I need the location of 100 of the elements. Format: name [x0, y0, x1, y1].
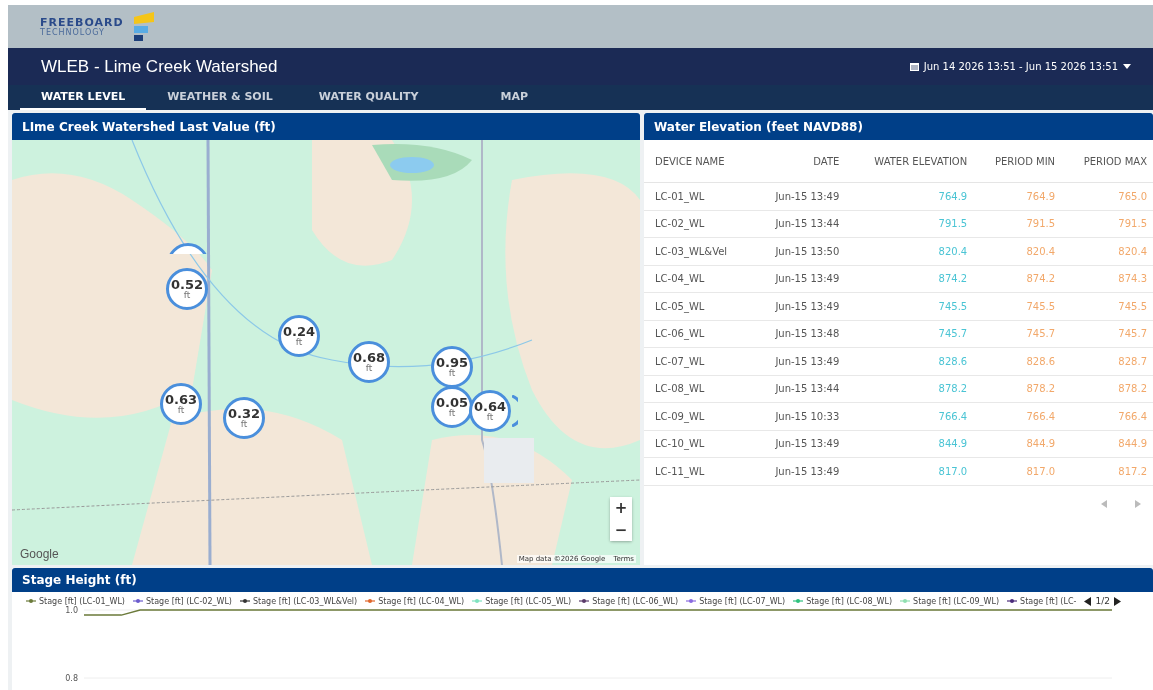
legend-line-icon [26, 598, 36, 604]
next-page-icon[interactable] [1113, 596, 1121, 606]
table-cell: 766.4 [1061, 402, 1153, 430]
table-cell: Jun-15 13:49 [752, 430, 846, 458]
table-cell: 817.2 [1061, 457, 1153, 485]
table-cell: LC-02_WL [644, 210, 753, 238]
table-cell: 844.9 [1061, 430, 1153, 458]
caret-icon[interactable] [1123, 64, 1131, 69]
table-cell: 745.5 [973, 292, 1062, 320]
column-header[interactable]: PERIOD MAX [1061, 140, 1153, 183]
column-header[interactable]: PERIOD MIN [973, 140, 1062, 183]
logo-icon [131, 11, 156, 42]
table-cell: LC-03_WL&Vel [644, 237, 753, 265]
zoom-in-button[interactable]: + [610, 497, 632, 519]
legend-line-icon [472, 598, 483, 604]
table-cell: LC-11_WL [644, 457, 753, 485]
table-cell: 745.7 [973, 320, 1062, 348]
legend-item[interactable]: Stage [ft] (LC-08_WL) [793, 596, 893, 606]
tab[interactable]: WATER LEVEL [20, 85, 147, 110]
table-cell: 764.9 [845, 182, 974, 210]
table-cell: 878.2 [845, 375, 974, 403]
column-header[interactable]: WATER ELEVATION [845, 140, 974, 183]
table-cell: 844.9 [845, 430, 974, 458]
legend-item[interactable]: Stage [ft] (LC-02_WL) [133, 596, 232, 606]
table-cell: LC-06_WL [644, 320, 753, 348]
axis-tick-label: 0.8 [65, 674, 78, 683]
table-cell: Jun-15 13:49 [752, 347, 846, 375]
previous-page-icon[interactable] [1084, 596, 1092, 606]
table-cell: 844.9 [973, 430, 1062, 458]
legend-item[interactable]: Stage [ft] (LC-07_WL) [686, 596, 786, 606]
column-header[interactable]: DEVICE NAME [644, 140, 753, 183]
table-cell: 745.5 [1061, 292, 1153, 320]
table-cell: Jun-15 13:44 [752, 375, 846, 403]
table-cell: 817.0 [973, 457, 1062, 485]
map-marker[interactable] [512, 395, 518, 427]
tab[interactable]: MAP [479, 85, 549, 110]
table-cell: LC-04_WL [644, 265, 753, 293]
page-indicator: 1/2 [1095, 596, 1110, 606]
table-cell: 766.4 [845, 402, 974, 430]
table-cell: 791.5 [973, 210, 1062, 238]
table-cell: 820.4 [1061, 237, 1153, 265]
table-cell: LC-10_WL [644, 430, 753, 458]
table-cell: 817.0 [845, 457, 974, 485]
table-cell: 874.2 [845, 265, 974, 293]
tab[interactable]: WEATHER & SOIL [146, 85, 294, 110]
table-cell: LC-01_WL [644, 182, 753, 210]
table-cell: Jun-15 13:49 [752, 182, 846, 210]
legend-item[interactable]: Stage [ft] (LC-09_WL) [900, 596, 1000, 606]
table-cell: 745.7 [845, 320, 974, 348]
column-header[interactable]: DATE [752, 140, 846, 183]
table-cell: Jun-15 13:49 [752, 292, 846, 320]
zoom-out-button[interactable]: − [610, 519, 632, 541]
table-cell: 764.9 [973, 182, 1062, 210]
legend-item[interactable]: Stage [ft] (LC-04_WL) [365, 596, 465, 606]
table-cell: 874.2 [973, 265, 1062, 293]
legend-line-icon [793, 598, 804, 604]
table-cell: 791.5 [845, 210, 974, 238]
brand-name: FREEBOARD [40, 16, 124, 28]
table-cell: Jun-15 13:48 [752, 320, 846, 348]
table-cell: LC-08_WL [644, 375, 753, 403]
legend-item[interactable]: Stage [ft] (LC-03_WL&Vel) [239, 596, 358, 606]
date-range-picker[interactable]: Jun 14 2026 13:51 - Jun 15 2026 13:51 [923, 61, 1118, 72]
legend-line-icon [900, 598, 911, 604]
table-cell: Jun-15 13:44 [752, 210, 846, 238]
legend-line-icon [239, 598, 250, 604]
table-cell: 828.6 [973, 347, 1062, 375]
table-cell: 874.3 [1061, 265, 1153, 293]
table-cell: 820.4 [973, 237, 1062, 265]
table-cell: LC-05_WL [644, 292, 753, 320]
calendar-icon [909, 62, 919, 71]
panel-header: Stage Height (ft) [12, 568, 1153, 592]
legend-line-icon [686, 598, 697, 604]
legend-item[interactable]: Stage [ft] (LC-05_WL) [472, 596, 572, 606]
table-cell: Jun-15 10:33 [752, 402, 846, 430]
legend-line-icon [365, 598, 376, 604]
legend-line-icon [579, 598, 590, 604]
table-cell: LC-07_WL [644, 347, 753, 375]
legend-line-icon [133, 598, 143, 604]
legend-item[interactable]: Stage [ft] (LC- [1007, 596, 1077, 606]
tab[interactable]: WATER QUALITY [297, 85, 440, 110]
table-cell: 745.5 [845, 292, 974, 320]
legend-item[interactable]: Stage [ft] (LC-01_WL) [26, 596, 125, 606]
table-cell: 745.7 [1061, 320, 1153, 348]
panel-header: LIme Creek Watershed Last Value (ft) [12, 113, 640, 140]
table-cell: 766.4 [973, 402, 1062, 430]
brand-tagline: TECHNOLOGY [40, 28, 106, 37]
table-cell: 828.7 [1061, 347, 1153, 375]
table-cell: 791.5 [1061, 210, 1153, 238]
table-cell: 820.4 [845, 237, 974, 265]
panel-header: Water Elevation (feet NAVD88) [644, 113, 1153, 140]
legend-item[interactable]: Stage [ft] (LC-06_WL) [579, 596, 679, 606]
table-cell: 828.6 [845, 347, 974, 375]
table-cell: Jun-15 13:49 [752, 265, 846, 293]
dashboard-title: WLEB - Lime Creek Watershed [41, 56, 278, 77]
legend-line-icon [1007, 598, 1018, 604]
axis-tick-label: 1.0 [65, 606, 78, 615]
table-cell: Jun-15 13:49 [752, 457, 846, 485]
table-cell: 878.2 [1061, 375, 1153, 403]
table-cell: 765.0 [1061, 182, 1153, 210]
table-cell: LC-09_WL [644, 402, 753, 430]
